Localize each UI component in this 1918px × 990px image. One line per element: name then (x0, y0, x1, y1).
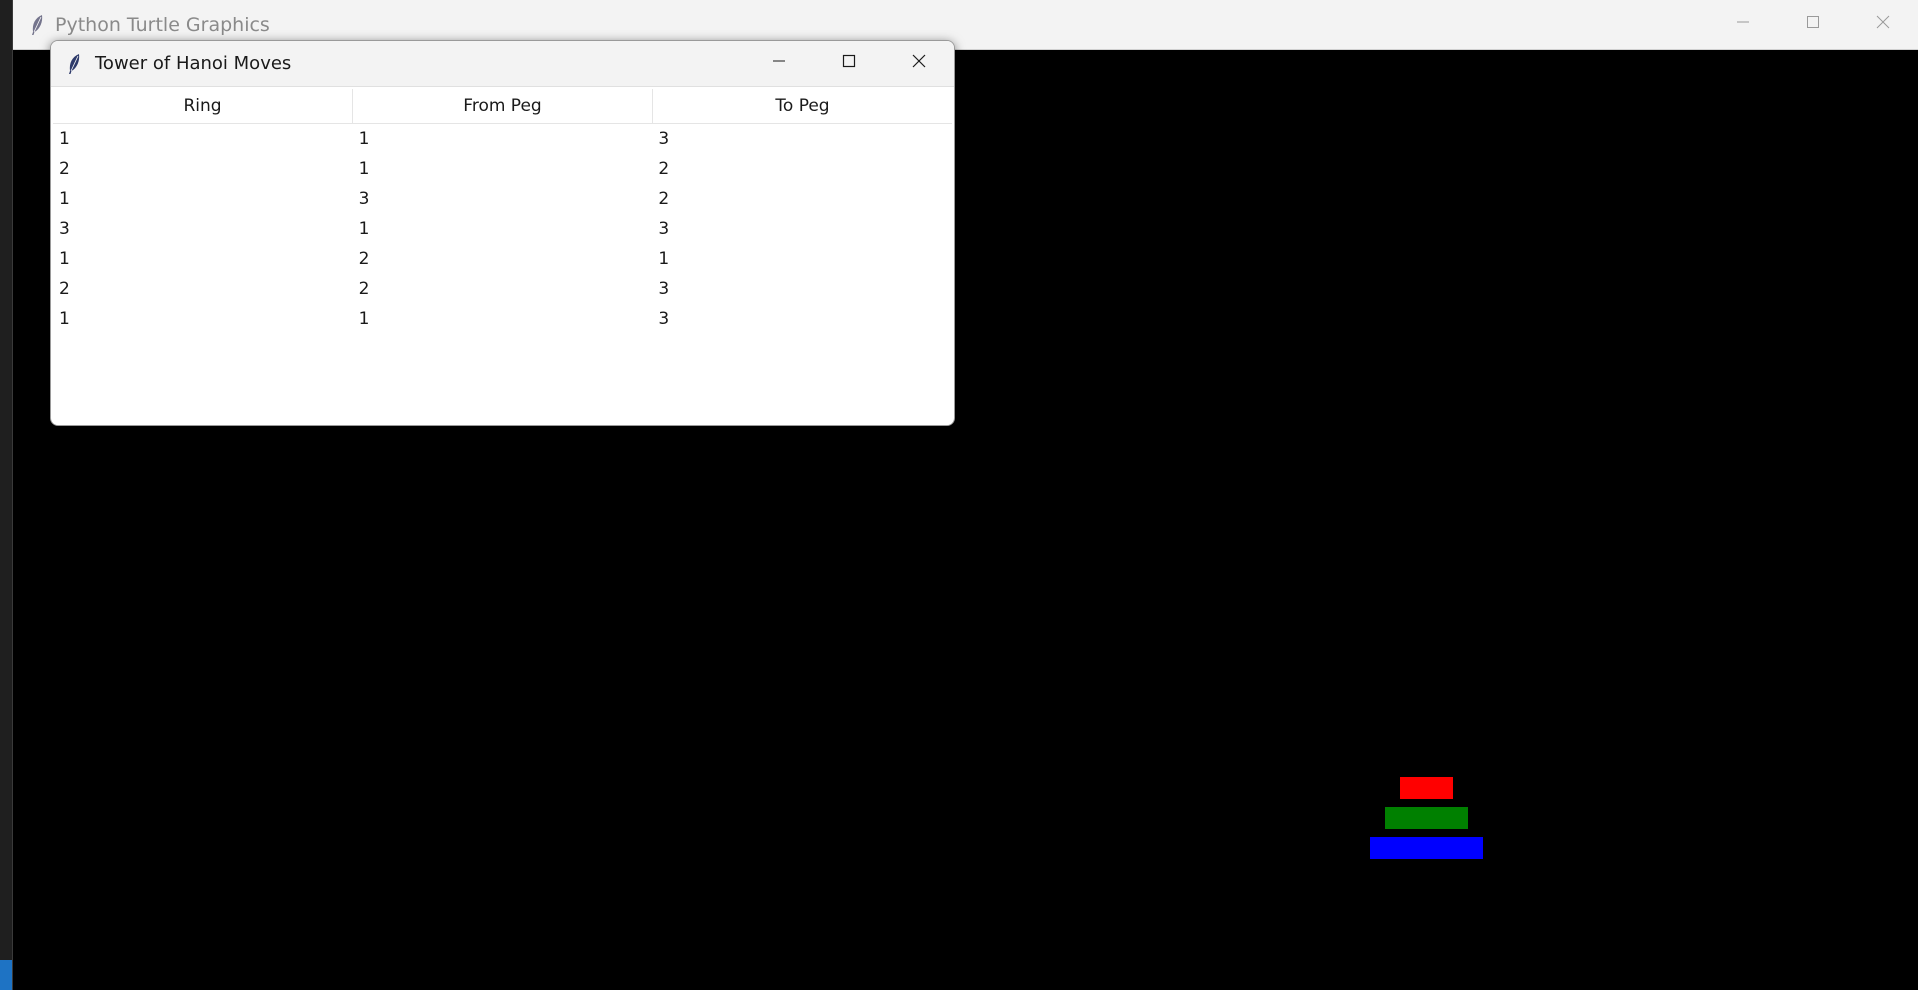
ring-3-blue (1370, 837, 1483, 859)
close-icon (1875, 14, 1891, 35)
dialog-minimize-button[interactable] (744, 41, 814, 86)
close-button[interactable] (1848, 0, 1918, 49)
cell-ring: 2 (59, 279, 70, 299)
cell-to-peg: 3 (658, 129, 670, 149)
ring-1-red (1400, 777, 1453, 799)
table-row[interactable]: 1 1 3 (53, 304, 952, 334)
cell-ring: 1 (59, 189, 70, 209)
column-header-ring[interactable]: Ring (53, 89, 353, 123)
cell-from-peg: 3 (358, 189, 370, 209)
cell-from-peg: 1 (358, 129, 370, 149)
cell-to-peg: 2 (658, 159, 670, 179)
cell-ring: 1 (59, 129, 70, 149)
table-row[interactable]: 3 1 3 (53, 214, 952, 244)
table-body: 1 1 3 2 1 2 1 3 2 3 1 3 1 2 1 2 2 3 1 1 … (53, 124, 952, 334)
cell-to-peg: 3 (658, 309, 670, 329)
cell-to-peg: 1 (658, 249, 670, 269)
close-icon (911, 53, 927, 74)
minimize-button[interactable] (1708, 0, 1778, 49)
cell-from-peg: 1 (358, 309, 370, 329)
minimize-icon (1735, 14, 1751, 35)
table-row[interactable]: 1 2 1 (53, 244, 952, 274)
maximize-icon (1805, 14, 1821, 35)
cell-from-peg: 2 (358, 249, 370, 269)
ring-2-green (1385, 807, 1468, 829)
main-caption-buttons (1708, 0, 1918, 49)
cell-from-peg: 2 (358, 279, 370, 299)
cell-ring: 2 (59, 159, 70, 179)
dialog-titlebar[interactable]: Tower of Hanoi Moves (51, 41, 954, 87)
column-header-from-peg[interactable]: From Peg (353, 89, 653, 123)
table-row[interactable]: 1 3 2 (53, 184, 952, 214)
table-header: Ring From Peg To Peg (53, 89, 952, 124)
feather-icon (66, 53, 82, 75)
cell-from-peg: 1 (358, 219, 370, 239)
dialog-title: Tower of Hanoi Moves (95, 53, 292, 74)
table-row[interactable]: 2 2 3 (53, 274, 952, 304)
cell-to-peg: 3 (658, 279, 670, 299)
column-header-to-peg[interactable]: To Peg (653, 89, 952, 123)
cell-ring: 1 (59, 309, 70, 329)
cell-to-peg: 3 (658, 219, 670, 239)
moves-table[interactable]: Ring From Peg To Peg 1 1 3 2 1 2 1 3 2 3 (53, 89, 952, 425)
cell-from-peg: 1 (358, 159, 370, 179)
cell-ring: 1 (59, 249, 70, 269)
maximize-icon (841, 53, 857, 74)
taskbar-edge (0, 960, 12, 990)
hanoi-moves-dialog: Tower of Hanoi Moves Ring From Peg To Pe… (50, 40, 955, 426)
table-row[interactable]: 2 1 2 (53, 154, 952, 184)
cell-ring: 3 (59, 219, 70, 239)
desktop-background (0, 0, 12, 990)
cell-to-peg: 2 (658, 189, 670, 209)
dialog-caption-buttons (744, 41, 954, 86)
dialog-close-button[interactable] (884, 41, 954, 86)
main-window-title: Python Turtle Graphics (55, 13, 270, 36)
maximize-button[interactable] (1778, 0, 1848, 49)
minimize-icon (771, 53, 787, 74)
dialog-maximize-button[interactable] (814, 41, 884, 86)
feather-icon (29, 14, 45, 36)
table-row[interactable]: 1 1 3 (53, 124, 952, 154)
